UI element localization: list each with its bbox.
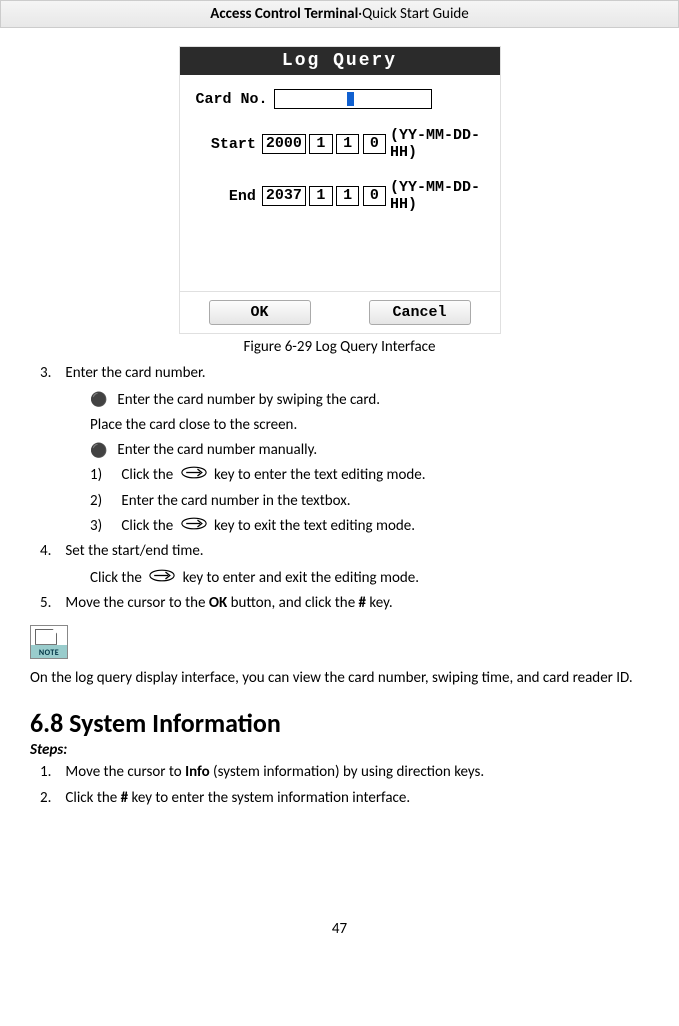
edit-key-icon — [181, 464, 207, 487]
step-3-bullet-1-text: Enter the card number by swiping the car… — [117, 391, 380, 409]
start-year-input[interactable]: 2000 — [262, 134, 306, 154]
step-3-sub-3a: Click the — [121, 517, 173, 535]
step-3-bullet-1-sub: Place the card close to the screen. — [90, 414, 649, 437]
step-5: 5. Move the cursor to the OK button, and… — [30, 592, 649, 615]
step-5a: Move the cursor to the — [65, 594, 208, 612]
steps-label: Steps: — [30, 741, 649, 759]
step-3-sub-2-text: Enter the card number in the textbox. — [121, 492, 350, 510]
step-3-sub-2: 2) Enter the card number in the textbox. — [90, 490, 649, 513]
step-3-bullet-2-text: Enter the card number manually. — [117, 441, 317, 459]
bullet-icon: ⚫ — [90, 440, 114, 462]
step-number: 3. — [40, 362, 62, 385]
figure-log-query: Log Query Card No. Start 2000 1 1 0 (YY-… — [30, 46, 649, 356]
step-3-sub-3: 3) Click the key to exit the text editin… — [90, 515, 649, 538]
end-month-input[interactable]: 1 — [309, 186, 332, 206]
step-3: 3. Enter the card number. — [30, 362, 649, 385]
section-step-2b: key to enter the system information inte… — [128, 789, 410, 807]
step-5-ok: OK — [209, 594, 227, 612]
start-month-input[interactable]: 1 — [309, 134, 332, 154]
start-label: Start — [190, 136, 262, 153]
substep-number: 3) — [90, 515, 118, 538]
step-number: 5. — [40, 592, 62, 615]
ok-button[interactable]: OK — [209, 300, 311, 325]
page-header: Access Control Terminal·Quick Start Guid… — [0, 0, 679, 28]
end-label: End — [190, 188, 262, 205]
section-heading: 6.8 System Information — [30, 707, 649, 739]
section-step-1a: Move the cursor to — [65, 763, 185, 781]
header-bold: Access Control Terminal — [210, 5, 358, 23]
end-format-hint: (YY-MM-DD-HH) — [390, 179, 490, 213]
bullet-icon: ⚫ — [90, 389, 114, 411]
section-step-1-info: Info — [185, 763, 210, 781]
section-step-1b: (system information) by using direction … — [210, 763, 485, 781]
step-4a: Click the — [90, 569, 142, 587]
step-3-sub-3b: key to exit the text editing mode. — [214, 517, 415, 535]
section-step-1: 1. Move the cursor to Info (system infor… — [30, 761, 649, 784]
caption-text: Log Query Interface — [316, 338, 436, 356]
step-number: 2. — [40, 787, 62, 810]
step-5c: key. — [366, 594, 393, 612]
step-3-bullet-1: ⚫ Enter the card number by swiping the c… — [90, 389, 649, 412]
end-hour-input[interactable]: 0 — [363, 186, 386, 206]
step-4-sub: Click the key to enter and exit the edit… — [90, 567, 649, 590]
step-3-text: Enter the card number. — [65, 364, 205, 382]
card-no-label: Card No. — [190, 91, 274, 108]
section-step-2-hash: # — [121, 789, 128, 807]
substep-number: 1) — [90, 464, 118, 487]
log-query-device-screen: Log Query Card No. Start 2000 1 1 0 (YY-… — [179, 46, 501, 334]
page-number: 47 — [30, 920, 649, 938]
step-3-sub-1a: Click the — [121, 466, 173, 484]
figure-caption: Figure 6-29 Log Query Interface — [30, 338, 649, 356]
step-3-sub-1: 1) Click the key to enter the text editi… — [90, 464, 649, 487]
step-number: 4. — [40, 540, 62, 563]
step-3-sub-1b: key to enter the text editing mode. — [214, 466, 426, 484]
start-format-hint: (YY-MM-DD-HH) — [390, 127, 490, 161]
end-day-input[interactable]: 1 — [336, 186, 359, 206]
section-step-2: 2. Click the # key to enter the system i… — [30, 787, 649, 810]
step-5b: button, and click the — [227, 594, 358, 612]
edit-key-icon — [149, 567, 175, 590]
note-text: On the log query display interface, you … — [30, 668, 649, 689]
start-hour-input[interactable]: 0 — [363, 134, 386, 154]
end-year-input[interactable]: 2037 — [262, 186, 306, 206]
text-cursor-icon — [347, 92, 354, 106]
step-3-bullet-2: ⚫ Enter the card number manually. — [90, 439, 649, 462]
cancel-button[interactable]: Cancel — [369, 300, 471, 325]
step-4: 4. Set the start/end time. — [30, 540, 649, 563]
step-4b: key to enter and exit the editing mode. — [183, 569, 419, 587]
start-day-input[interactable]: 1 — [336, 134, 359, 154]
log-query-title: Log Query — [180, 47, 500, 75]
card-no-input[interactable] — [274, 89, 432, 109]
substep-number: 2) — [90, 490, 118, 513]
edit-key-icon — [181, 515, 207, 538]
note-icon — [30, 625, 68, 659]
section-step-2a: Click the — [65, 789, 120, 807]
step-5-hash: # — [359, 594, 366, 612]
caption-number: Figure 6-29 — [244, 338, 313, 356]
header-rest: Quick Start Guide — [362, 5, 469, 23]
step-4-text: Set the start/end time. — [65, 542, 203, 560]
step-number: 1. — [40, 761, 62, 784]
